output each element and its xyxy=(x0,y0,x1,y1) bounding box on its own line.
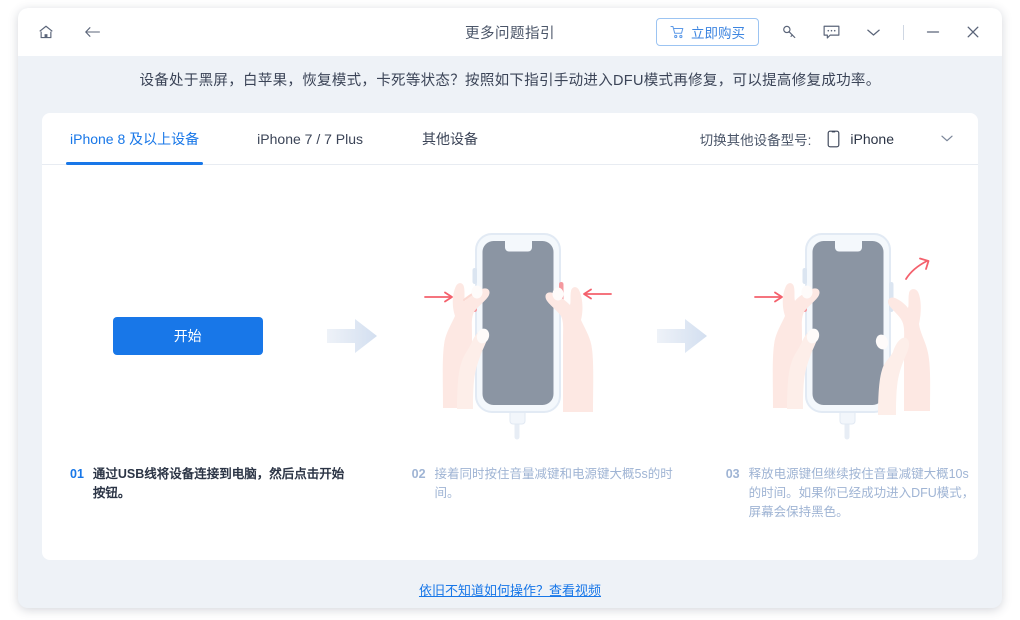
steps-area: 开始 01 通过USB线将设备连接到电脑，然后点击开始按钮。 02 接着同时按住… xyxy=(42,165,978,559)
flow-arrow-1 xyxy=(317,317,388,355)
phone-release-power-illustration xyxy=(754,232,931,439)
app-window: 更多问题指引 立即购买 设备处于黑屏，白苹果，恢复模式，卡死等状态？按照如下指引… xyxy=(18,8,1002,608)
step-2-number: 02 xyxy=(411,467,426,481)
device-model-selector[interactable]: 切换其他设备型号: iPhone xyxy=(700,129,954,149)
minimize-icon[interactable] xyxy=(922,21,944,43)
chevron-down-icon[interactable] xyxy=(861,20,885,44)
step-3-caption: 03 释放电源键但继续按住音量减键大概10s的时间。如果你已经成功进入DFU模式… xyxy=(726,465,978,522)
buy-now-button[interactable]: 立即购买 xyxy=(656,18,759,46)
content-card: iPhone 8 及以上设备 iPhone 7 / 7 Plus 其他设备 切换… xyxy=(42,113,978,560)
tab-iphone-7[interactable]: iPhone 7 / 7 Plus xyxy=(255,113,365,165)
device-model-value: iPhone xyxy=(850,130,894,147)
tab-other-devices[interactable]: 其他设备 xyxy=(420,113,480,165)
tab-iphone-8-and-above[interactable]: iPhone 8 及以上设备 xyxy=(65,113,204,165)
arrow-right-icon xyxy=(326,319,377,353)
flow-arrow-2 xyxy=(648,317,719,355)
device-model-label: 切换其他设备型号: xyxy=(699,132,812,148)
step-1-text: 通过USB线将设备连接到电脑，然后点击开始按钮。 xyxy=(92,467,345,500)
buy-now-label: 立即购买 xyxy=(691,26,745,41)
key-icon[interactable] xyxy=(777,20,801,44)
watch-video-link[interactable]: 依旧不知道如何操作？查看视频 xyxy=(419,583,601,598)
step-1-number: 01 xyxy=(70,467,84,481)
titlebar-left-controls xyxy=(18,20,104,44)
chat-bubble-icon[interactable] xyxy=(819,20,843,44)
step-captions: 01 通过USB线将设备连接到电脑，然后点击开始按钮。 02 接着同时按住音量减… xyxy=(42,465,978,522)
step-3-number: 03 xyxy=(725,467,740,481)
step-2-caption: 02 接着同时按住音量减键和电源键大概5s的时间。 xyxy=(412,465,676,522)
title-bar: 更多问题指引 立即购买 xyxy=(18,8,1002,56)
back-arrow-icon[interactable] xyxy=(80,20,104,44)
step-1-caption: 01 通过USB线将设备连接到电脑，然后点击开始按钮。 xyxy=(70,465,354,522)
step-1-illustration: 开始 xyxy=(58,317,317,355)
phone-two-hands-press-illustration xyxy=(424,232,612,439)
close-icon[interactable] xyxy=(962,21,984,43)
step-3-illustration xyxy=(719,224,978,449)
phone-icon xyxy=(827,130,840,148)
instruction-banner: 设备处于黑屏，白苹果，恢复模式，卡死等状态？按照如下指引手动进入DFU模式再修复… xyxy=(139,73,881,89)
device-tabs: iPhone 8 及以上设备 iPhone 7 / 7 Plus 其他设备 切换… xyxy=(42,113,978,165)
titlebar-right-controls: 立即购买 xyxy=(656,18,1002,46)
chevron-down-icon[interactable] xyxy=(940,134,954,143)
toolbar-divider xyxy=(903,24,904,40)
illustration-row: 开始 xyxy=(42,221,978,451)
step-2-illustration xyxy=(388,224,647,449)
step-2-text: 接着同时按住音量减键和电源键大概5s的时间。 xyxy=(434,467,673,500)
home-icon[interactable] xyxy=(34,20,58,44)
arrow-right-icon xyxy=(657,319,708,353)
cart-icon xyxy=(670,25,685,39)
step-3-text: 释放电源键但继续按住音量减键大概10s的时间。如果你已经成功进入DFU模式，屏幕… xyxy=(748,467,975,519)
footer: 依旧不知道如何操作？查看视频 xyxy=(18,580,1002,600)
start-button[interactable]: 开始 xyxy=(112,317,263,355)
